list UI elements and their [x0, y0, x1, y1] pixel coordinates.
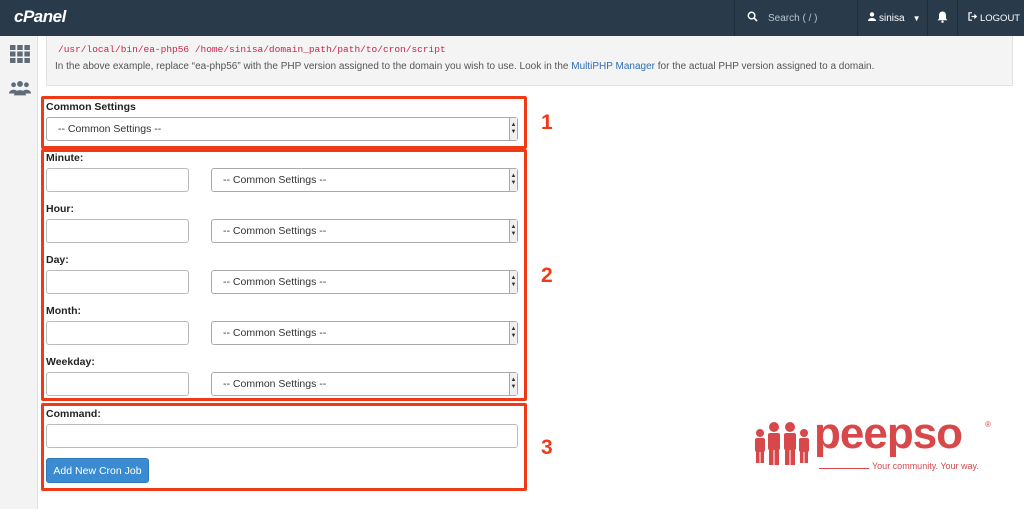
logout-button[interactable]: LOGOUT	[957, 0, 1024, 36]
user-icon	[868, 12, 876, 24]
grid-icon[interactable]	[9, 44, 31, 64]
annotation-number-3: 3	[541, 436, 553, 459]
tagline-divider	[819, 468, 869, 469]
annotation-number-1: 1	[541, 111, 553, 134]
info-note-text: In the above example, replace “ea-php56”…	[55, 61, 572, 72]
logout-icon	[968, 12, 978, 24]
annotation-box-3	[41, 403, 527, 491]
search-placeholder: Search ( / )	[768, 12, 818, 24]
username: sinisa	[879, 12, 905, 24]
chevron-down-icon: ▼	[912, 13, 921, 23]
annotation-box-1	[41, 96, 527, 149]
example-command: /usr/local/bin/ea-php56 /home/sinisa/dom…	[58, 44, 446, 55]
sidebar	[0, 36, 38, 509]
annotation-box-2	[41, 149, 527, 401]
annotation-number-2: 2	[541, 264, 553, 287]
registered-mark: ®	[985, 420, 991, 429]
info-note-text-end: for the actual PHP version assigned to a…	[655, 61, 875, 72]
users-icon[interactable]	[9, 78, 31, 98]
info-note: In the above example, replace “ea-php56”…	[55, 61, 874, 72]
search-box[interactable]: Search ( / )	[734, 0, 856, 36]
bell-icon	[937, 11, 948, 26]
example-info-panel: /usr/local/bin/ea-php56 /home/sinisa/dom…	[46, 36, 1013, 86]
cpanel-logo[interactable]: cPanel	[14, 7, 66, 27]
peepso-watermark: peepso ® Your community. Your way.	[752, 409, 997, 475]
user-menu[interactable]: sinisa ▼	[857, 0, 927, 36]
notifications-button[interactable]	[927, 0, 957, 36]
peepso-people-icon	[755, 422, 809, 465]
peepso-wordmark: peepso	[814, 409, 963, 458]
logout-label: LOGOUT	[980, 12, 1021, 24]
multiphp-manager-link[interactable]: MultiPHP Manager	[571, 61, 655, 72]
top-navbar: cPanel Search ( / ) sinisa ▼ LOGOUT	[0, 0, 1024, 36]
peepso-tagline: Your community. Your way.	[872, 461, 979, 471]
search-icon	[747, 11, 758, 25]
